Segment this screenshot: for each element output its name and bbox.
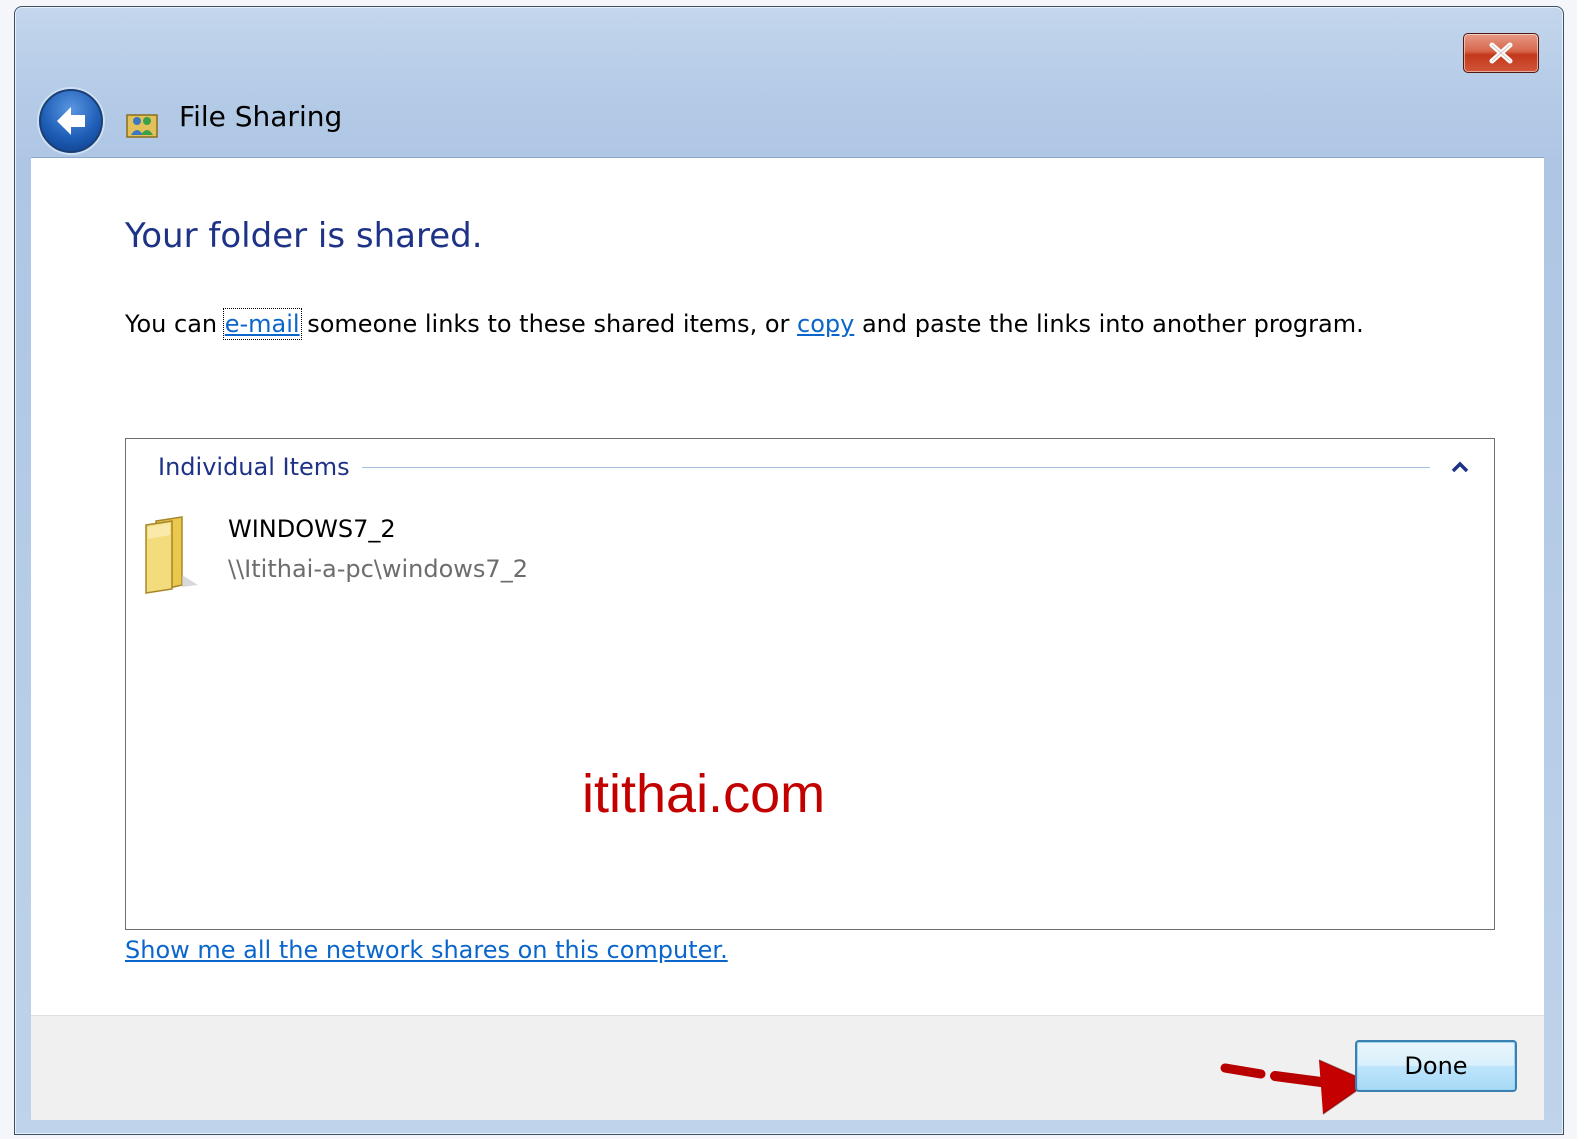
instruction-suffix: and paste the links into another program… — [854, 310, 1364, 338]
folder-icon — [145, 516, 198, 594]
chevron-up-icon — [1451, 461, 1469, 473]
list-item[interactable]: WINDOWS7_2 \\Itithai-a-pc\windows7_2 — [142, 513, 662, 597]
window-title: File Sharing — [179, 100, 343, 133]
footer-bar: Done — [31, 1015, 1544, 1120]
content-pane: Your folder is shared. You can e-mail so… — [31, 157, 1544, 1016]
email-link[interactable]: e-mail — [222, 308, 302, 340]
red-arrow-icon — [1220, 1059, 1371, 1115]
screenshot-page: File Sharing Your folder is shared. You … — [0, 0, 1577, 1139]
close-button[interactable] — [1463, 33, 1539, 73]
group-divider — [361, 466, 1430, 468]
group-title: Individual Items — [158, 453, 350, 481]
item-path: \\Itithai-a-pc\windows7_2 — [228, 555, 528, 583]
instruction-prefix: You can — [125, 310, 225, 338]
group-header: Individual Items — [158, 451, 1472, 483]
copy-link[interactable]: copy — [797, 310, 854, 338]
instruction-middle: someone links to these shared items, or — [299, 310, 797, 338]
people-sharing-icon — [126, 114, 158, 138]
item-name: WINDOWS7_2 — [228, 515, 396, 543]
close-icon — [1489, 42, 1513, 64]
shared-items-list: Individual Items WINDOWS7_2 \\Itithai-a-… — [125, 438, 1495, 930]
instruction-text: You can e-mail someone links to these sh… — [125, 308, 1364, 340]
back-arrow-icon — [57, 107, 85, 135]
file-sharing-window: File Sharing Your folder is shared. You … — [14, 6, 1564, 1135]
network-shares-link[interactable]: Show me all the network shares on this c… — [125, 936, 728, 964]
back-button[interactable] — [39, 89, 103, 153]
collapse-group-button[interactable] — [1448, 455, 1472, 479]
page-heading: Your folder is shared. — [125, 216, 483, 256]
done-button[interactable]: Done — [1355, 1040, 1517, 1092]
watermark-text: itithai.com — [582, 764, 826, 824]
